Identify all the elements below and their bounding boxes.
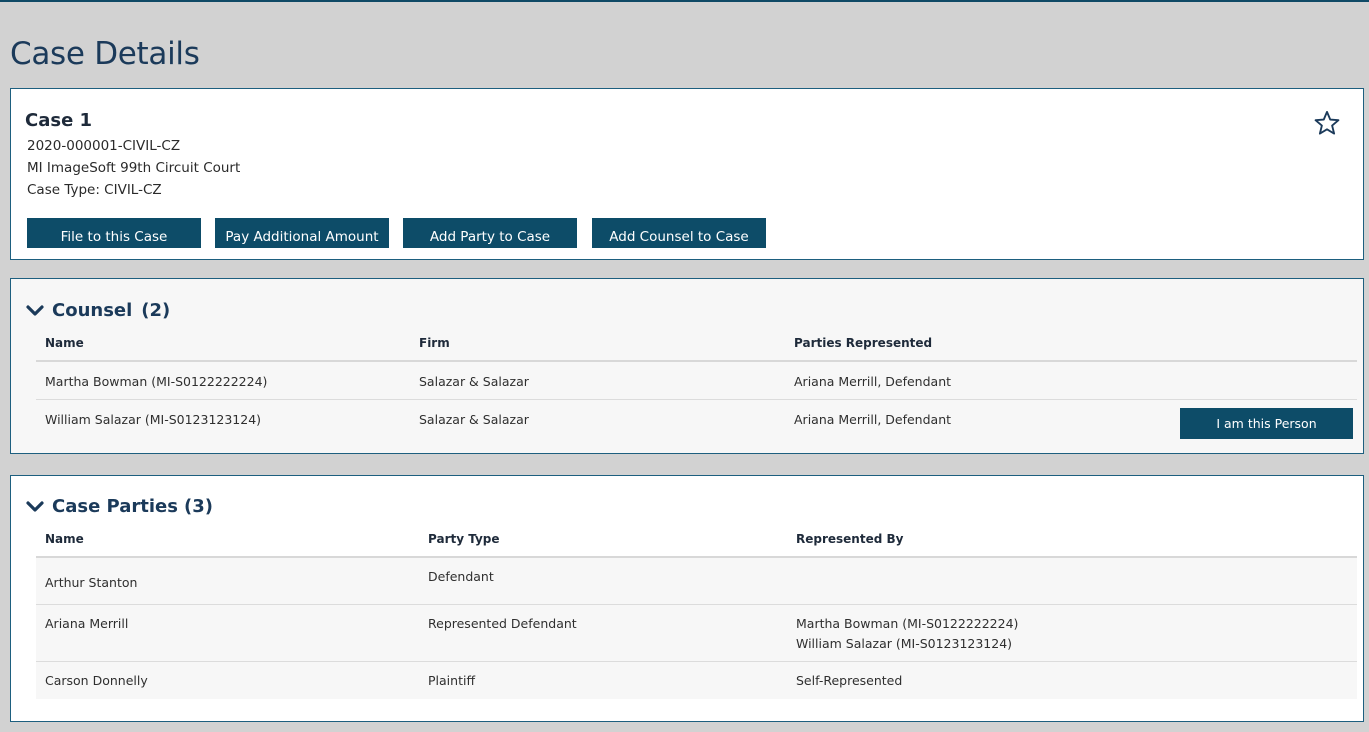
table-row: Ariana Merrill Represented Defendant Mar… <box>36 605 1357 662</box>
party-represented-by: Martha Bowman (MI-S0122222224) <box>796 616 1019 631</box>
counsel-firm: Salazar & Salazar <box>419 412 529 427</box>
party-type: Represented Defendant <box>428 616 577 631</box>
column-header-name: Name <box>45 336 84 350</box>
case-type: Case Type: CIVIL-CZ <box>27 182 162 198</box>
parties-count: (3) <box>183 496 213 517</box>
counsel-parties: Ariana Merrill, Defendant <box>794 374 952 389</box>
star-outline-icon[interactable] <box>1313 109 1341 137</box>
chevron-down-icon <box>26 304 44 316</box>
counsel-section-toggle[interactable]: Counsel (2) <box>26 300 170 321</box>
counsel-name: Martha Bowman (MI-S0122222224) <box>45 374 268 389</box>
table-row: Arthur Stanton Defendant <box>36 558 1357 605</box>
column-header-firm: Firm <box>419 336 450 350</box>
file-to-case-button[interactable]: File to this Case <box>27 218 201 248</box>
counsel-panel: Counsel (2) Name Firm Parties Represente… <box>10 278 1364 454</box>
counsel-parties: Ariana Merrill, Defendant <box>794 412 952 427</box>
table-row: Martha Bowman (MI-S0122222224) Salazar &… <box>36 362 1357 400</box>
party-represented-by: Self-Represented <box>796 673 903 688</box>
parties-table: Name Party Type Represented By Arthur St… <box>36 531 1357 699</box>
party-name: Carson Donnelly <box>45 673 148 688</box>
page-title: Case Details <box>10 36 200 72</box>
parties-title: Case Parties <box>52 496 178 517</box>
party-name: Ariana Merrill <box>45 616 129 631</box>
party-name: Arthur Stanton <box>45 575 138 590</box>
case-name: Case 1 <box>25 110 93 131</box>
add-party-button[interactable]: Add Party to Case <box>403 218 577 248</box>
counsel-name: William Salazar (MI-S0123123124) <box>45 412 262 427</box>
counsel-firm: Salazar & Salazar <box>419 374 529 389</box>
column-header-party-type: Party Type <box>428 532 500 546</box>
table-row: William Salazar (MI-S0123123124) Salazar… <box>36 400 1357 439</box>
column-header-represented-by: Represented By <box>796 532 904 546</box>
parties-table-header: Name Party Type Represented By <box>36 531 1357 558</box>
column-header-name: Name <box>45 532 84 546</box>
case-number: 2020-000001-CIVIL-CZ <box>27 138 181 154</box>
parties-section-toggle[interactable]: Case Parties (3) <box>26 496 213 517</box>
case-summary-panel: Case 1 2020-000001-CIVIL-CZ MI ImageSoft… <box>10 88 1364 260</box>
pay-additional-amount-button[interactable]: Pay Additional Amount <box>215 218 389 248</box>
add-counsel-button[interactable]: Add Counsel to Case <box>592 218 766 248</box>
counsel-title: Counsel <box>52 300 133 321</box>
i-am-this-person-button[interactable]: I am this Person <box>1180 408 1353 439</box>
case-court: MI ImageSoft 99th Circuit Court <box>27 160 241 176</box>
table-row: Carson Donnelly Plaintiff Self-Represent… <box>36 662 1357 699</box>
counsel-table-header: Name Firm Parties Represented <box>36 335 1357 362</box>
party-type: Defendant <box>428 569 494 584</box>
column-header-parties: Parties Represented <box>794 336 933 350</box>
case-parties-panel: Case Parties (3) Name Party Type Represe… <box>10 475 1364 722</box>
counsel-table: Name Firm Parties Represented Martha Bow… <box>36 335 1357 439</box>
party-type: Plaintiff <box>428 673 476 688</box>
party-represented-by: William Salazar (MI-S0123123124) <box>796 636 1013 651</box>
chevron-down-icon <box>26 500 44 512</box>
counsel-count: (2) <box>141 300 171 321</box>
